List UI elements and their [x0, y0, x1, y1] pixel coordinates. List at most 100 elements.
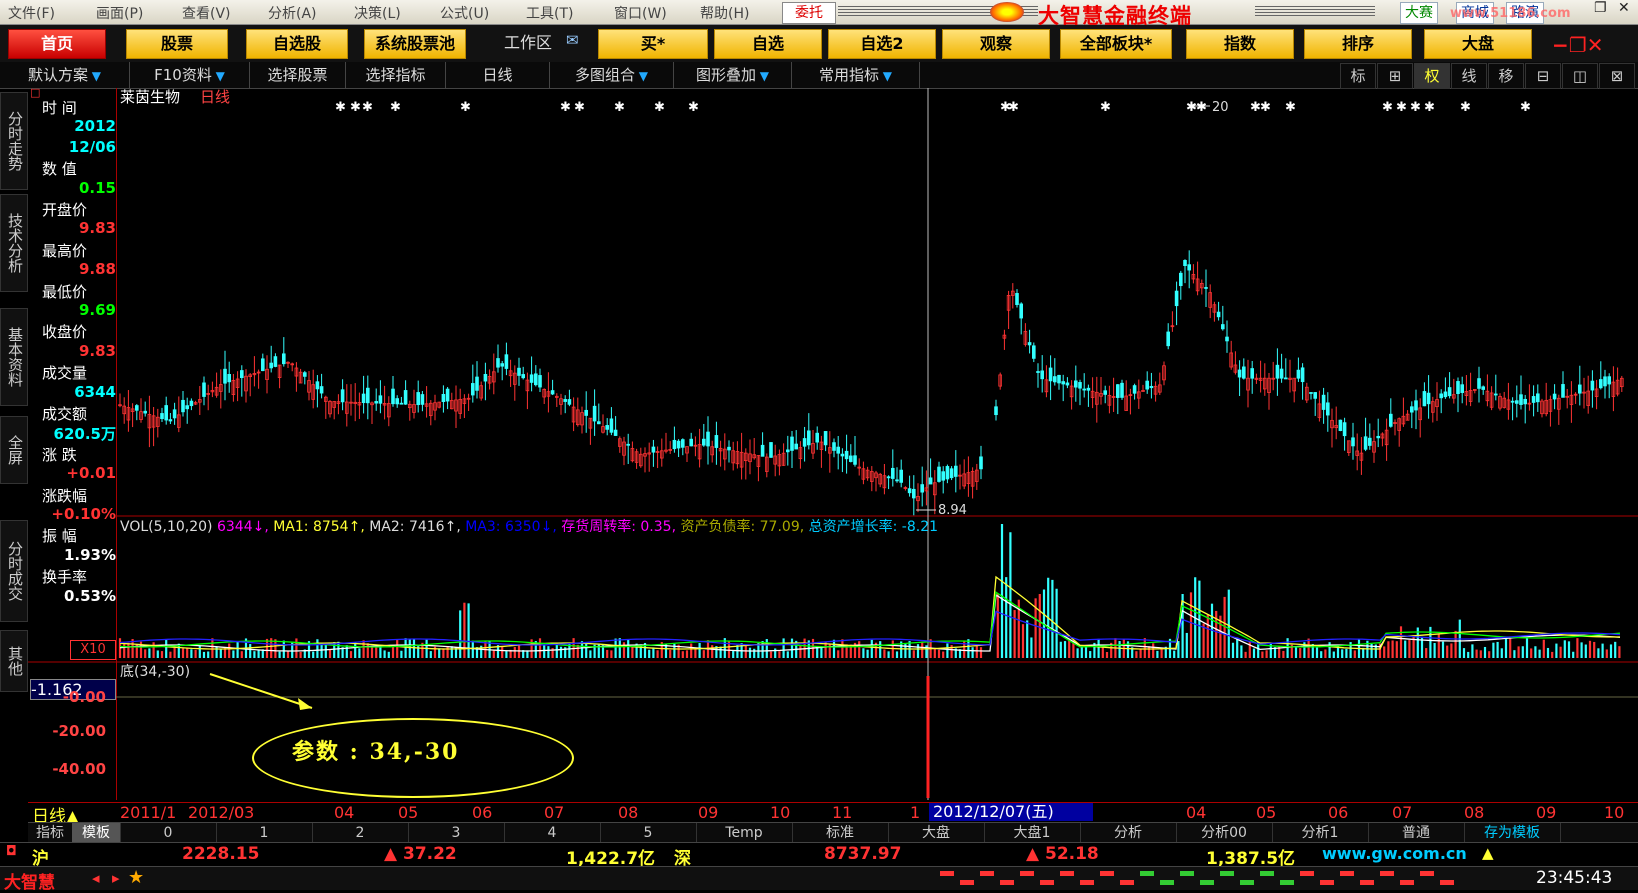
candle-body — [1237, 369, 1242, 378]
candle-body — [168, 419, 173, 422]
info-mine-icon: ✱ — [1460, 100, 1471, 115]
date-axis: 2011/1 2012/0 03 04 05 06 07 08 09 10 11 1 04 05 06 07 0… — [28, 802, 1638, 822]
template-tab-11[interactable]: 大盘1 — [984, 823, 1081, 843]
template-tab-5[interactable]: 3 — [408, 823, 505, 843]
info-mine-icon: ✱ — [350, 100, 361, 115]
candle-body — [1296, 369, 1301, 379]
date-tick-9: 10 — [770, 803, 791, 822]
date-tick-10: 11 — [832, 803, 853, 822]
date-tick-3: 04 — [334, 803, 355, 822]
status-bar: ◘ 沪 2228.15 ▲ 37.22 1,422.7亿 深 8737.97 ▲… — [0, 842, 1638, 869]
star-icon[interactable]: ★ — [128, 867, 144, 888]
candle-body — [899, 469, 903, 483]
template-tab-12[interactable]: 分析 — [1080, 823, 1177, 843]
candle-body — [1216, 311, 1221, 318]
template-tab-15[interactable]: 普通 — [1368, 823, 1465, 843]
candle-body — [269, 362, 273, 369]
candle-body — [1309, 392, 1313, 394]
candle-body — [592, 405, 597, 422]
breadth-segment — [1280, 880, 1294, 885]
candle-body — [886, 476, 891, 479]
breadth-segment — [1120, 880, 1134, 885]
template-tab-7[interactable]: 5 — [600, 823, 697, 843]
candle-body — [1279, 368, 1284, 379]
candle-body — [172, 409, 177, 419]
candle-body — [907, 488, 912, 494]
candle-body — [1313, 392, 1318, 399]
candle-body — [597, 421, 601, 425]
candle-body — [1477, 378, 1481, 389]
candle-body — [994, 406, 998, 416]
alert-icon[interactable]: ▲ — [1482, 844, 1494, 862]
candle-body — [1057, 374, 1061, 384]
candle-body — [361, 393, 366, 404]
breadth-segment — [1420, 871, 1434, 876]
dzh-logo: 大智慧 — [4, 873, 55, 893]
candle-body — [202, 382, 206, 397]
candle-body — [672, 439, 677, 450]
date-tick-16: 08 — [1464, 803, 1485, 822]
candle-body — [1519, 394, 1523, 405]
vol-legend-item-0: VOL(5,10,20) — [120, 519, 213, 535]
sz-index[interactable]: 8737.97 — [824, 844, 901, 864]
template-tab-1[interactable]: 模板 — [72, 823, 121, 843]
info-mine-icon: ✱ — [1382, 100, 1393, 115]
breadth-segment — [1340, 871, 1354, 876]
info-mine-icon: ✱ — [1396, 100, 1407, 115]
candle-body — [1179, 272, 1183, 287]
info-mine-icon: ✱ — [614, 100, 625, 115]
candle-body — [1351, 437, 1355, 447]
candle-body — [807, 430, 811, 446]
template-tab-3[interactable]: 1 — [216, 823, 313, 843]
candle-body — [223, 368, 227, 384]
template-tab-13[interactable]: 分析00 — [1176, 823, 1273, 843]
info-mine-icon: ✱ — [362, 100, 373, 115]
date-tick-8: 09 — [698, 803, 719, 822]
template-tab-10[interactable]: 大盘 — [888, 823, 985, 843]
candle-body — [1250, 368, 1255, 379]
candle-body — [928, 477, 933, 485]
candle-body — [1443, 391, 1448, 398]
mail-icon[interactable]: ✉ — [566, 31, 579, 49]
template-tab-0[interactable]: 指标 — [28, 823, 73, 843]
candle-body — [1086, 387, 1091, 391]
candle-body — [185, 405, 190, 410]
candle-body — [727, 446, 731, 451]
breadth-segment — [1140, 871, 1154, 876]
candle-body — [1494, 393, 1498, 396]
arrow-right-icon[interactable]: ▸ — [112, 869, 120, 887]
vol-ma-blue — [119, 610, 1621, 646]
template-tab-16[interactable]: 存为模板 — [1464, 823, 1561, 843]
template-tab-8[interactable]: Temp — [696, 823, 793, 843]
candle-body — [134, 405, 139, 411]
breadth-segment — [1380, 871, 1394, 876]
candle-body — [1531, 396, 1536, 403]
candle-body — [445, 388, 450, 402]
candle-body — [941, 471, 945, 481]
annotation-text: 参数 : 34,-30 — [292, 739, 460, 765]
website-link[interactable]: www.gw.com.cn — [1322, 844, 1467, 863]
date-tick-7: 08 — [618, 803, 639, 822]
template-tab-14[interactable]: 分析1 — [1272, 823, 1369, 843]
info-mine-icon: ✱ — [335, 100, 346, 115]
candle-body — [714, 435, 719, 448]
flag-icon: ◘ — [6, 844, 17, 859]
kline-chart[interactable]: 8.9420✱ ✱ ✱ ✱ ✱ ✱ ✱ ✱ ✱ ✱ ✱✱ ✱ ✱ ✱ ✱ ✱ ✱ ✱ ✱ ✱ ✱ ✱ ✱ — [0, 0, 1638, 889]
template-tab-2[interactable]: 0 — [120, 823, 217, 843]
breadth-segment — [960, 880, 974, 885]
arrow-left-icon[interactable]: ◂ — [92, 869, 100, 887]
sh-index[interactable]: 2228.15 — [182, 844, 259, 864]
template-tab-6[interactable]: 4 — [504, 823, 601, 843]
breadth-segment — [1040, 880, 1054, 885]
date-tick-12: 04 — [1186, 803, 1207, 822]
breadth-segment — [1300, 871, 1314, 876]
candle-body — [483, 374, 488, 382]
candle-body — [1078, 382, 1082, 389]
candle-body — [563, 399, 567, 402]
date-tick-5: 06 — [472, 803, 493, 822]
date-tick-6: 07 — [544, 803, 565, 822]
template-tab-4[interactable]: 2 — [312, 823, 409, 843]
candle-body — [949, 468, 954, 479]
candle-body — [416, 392, 420, 406]
template-tab-9[interactable]: 标准 — [792, 823, 889, 843]
